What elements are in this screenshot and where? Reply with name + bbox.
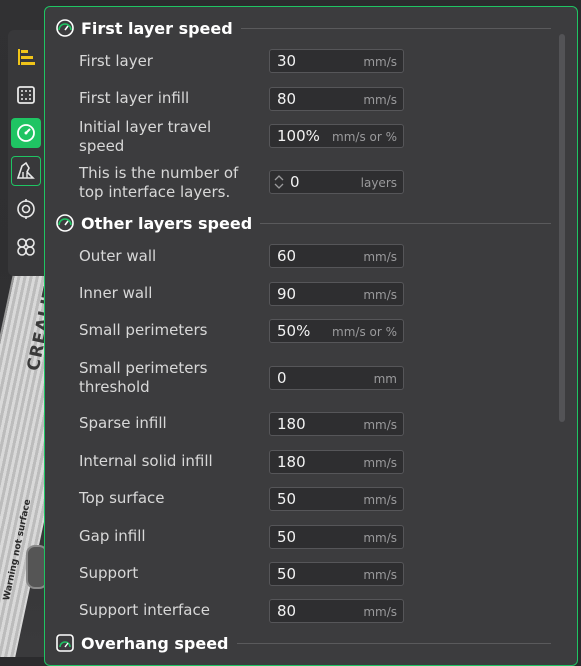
speedometer-icon: [56, 214, 74, 232]
initial-layer-travel-speed-input[interactable]: 100% mm/s or %: [269, 124, 404, 148]
label-line: threshold: [79, 378, 150, 396]
tab-speed[interactable]: [11, 118, 41, 148]
top-interface-layers-spinbox[interactable]: 0 layers: [269, 170, 404, 194]
label-support: Support: [79, 564, 139, 582]
field-unit: mm/s: [363, 531, 397, 545]
field-value: 80: [277, 90, 297, 108]
label-line: This is the number of: [79, 164, 239, 182]
field-unit: mm/s: [363, 288, 397, 302]
field-value: 90: [277, 285, 297, 303]
speedometer-icon: [56, 19, 74, 37]
section-divider: [260, 222, 551, 224]
inner-wall-speed-input[interactable]: 90 mm/s: [269, 282, 404, 306]
internal-solid-infill-speed-input[interactable]: 180 mm/s: [269, 450, 404, 474]
align-icon: [18, 49, 35, 65]
section-other-layers-speed: Other layers speed: [55, 211, 555, 235]
section-first-layer-speed: First layer speed: [55, 16, 555, 40]
field-value: 180: [277, 415, 306, 433]
label-line: Small perimeters: [79, 359, 208, 377]
label-internal-solid-infill: Internal solid infill: [79, 452, 213, 470]
field-unit: mm/s or %: [332, 325, 397, 339]
field-unit: layers: [360, 176, 397, 190]
label-gap-infill: Gap infill: [79, 527, 146, 545]
field-unit: mm/s: [363, 568, 397, 582]
field-unit: mm/s: [363, 418, 397, 432]
panel-scrollbar[interactable]: [559, 34, 565, 422]
field-unit: mm/s or %: [332, 130, 397, 144]
field-value: 0: [290, 173, 300, 191]
section-title: Overhang speed: [81, 633, 229, 653]
field-unit: mm/s: [363, 93, 397, 107]
small-perimeters-threshold-input[interactable]: 0 mm: [269, 366, 404, 390]
label-line: speed: [79, 137, 125, 155]
section-divider: [236, 642, 551, 644]
field-value: 0: [277, 369, 287, 387]
field-unit: mm/s: [363, 456, 397, 470]
tab-strength[interactable]: [11, 80, 41, 110]
field-unit: mm: [373, 372, 397, 386]
field-unit: mm/s: [363, 250, 397, 264]
tab-support[interactable]: [11, 156, 41, 186]
section-divider: [240, 27, 551, 29]
overhang-icon: [56, 634, 74, 652]
spin-arrows-icon[interactable]: [274, 174, 284, 190]
tab-quality[interactable]: [11, 42, 41, 72]
label-small-perimeters: Small perimeters: [79, 321, 208, 339]
section-title: Other layers speed: [81, 213, 253, 233]
label-initial-layer-travel: Initial layer travel speed: [79, 118, 211, 156]
field-unit: mm/s: [363, 605, 397, 619]
field-value: 50: [277, 528, 297, 546]
field-value: 50: [277, 490, 297, 508]
field-unit: mm/s: [363, 493, 397, 507]
support-speed-input[interactable]: 50 mm/s: [269, 562, 404, 586]
target-icon: [17, 199, 35, 219]
support-icon: [16, 161, 35, 179]
top-surface-speed-input[interactable]: 50 mm/s: [269, 487, 404, 511]
tab-others[interactable]: [11, 194, 41, 224]
label-small-perimeters-threshold: Small perimeters threshold: [79, 359, 207, 397]
sparse-infill-speed-input[interactable]: 180 mm/s: [269, 412, 404, 436]
tab-multimaterial[interactable]: [11, 232, 41, 262]
first-layer-infill-speed-input[interactable]: 80 mm/s: [269, 87, 404, 111]
first-layer-speed-input[interactable]: 30 mm/s: [269, 49, 404, 73]
field-value: 80: [277, 602, 297, 620]
field-value: 60: [277, 247, 297, 265]
speed-icon: [17, 124, 35, 142]
settings-tab-toolbar: [8, 30, 44, 276]
label-line: top interface layers.: [79, 183, 231, 201]
section-title: First layer speed: [81, 18, 233, 38]
label-line: Initial layer travel: [79, 118, 212, 136]
label-top-interface-layers: This is the number of top interface laye…: [79, 164, 238, 202]
label-first-layer: First layer: [79, 52, 153, 70]
frame-icon: [17, 86, 35, 104]
flower-icon: [17, 238, 35, 256]
field-value: 30: [277, 52, 297, 70]
label-support-interface: Support interface: [79, 601, 210, 619]
label-sparse-infill: Sparse infill: [79, 414, 167, 432]
field-value: 50%: [277, 322, 311, 340]
gap-infill-speed-input[interactable]: 50 mm/s: [269, 525, 404, 549]
label-outer-wall: Outer wall: [79, 247, 157, 265]
label-inner-wall: Inner wall: [79, 284, 153, 302]
label-first-layer-infill: First layer infill: [79, 89, 190, 107]
support-interface-speed-input[interactable]: 80 mm/s: [269, 599, 404, 623]
small-perimeters-speed-input[interactable]: 50% mm/s or %: [269, 319, 404, 343]
section-overhang-speed: Overhang speed: [55, 631, 555, 655]
field-value: 50: [277, 565, 297, 583]
field-unit: mm/s: [363, 55, 397, 69]
outer-wall-speed-input[interactable]: 60 mm/s: [269, 244, 404, 268]
field-value: 180: [277, 453, 306, 471]
label-top-surface: Top surface: [79, 489, 165, 507]
field-value: 100%: [277, 127, 320, 145]
